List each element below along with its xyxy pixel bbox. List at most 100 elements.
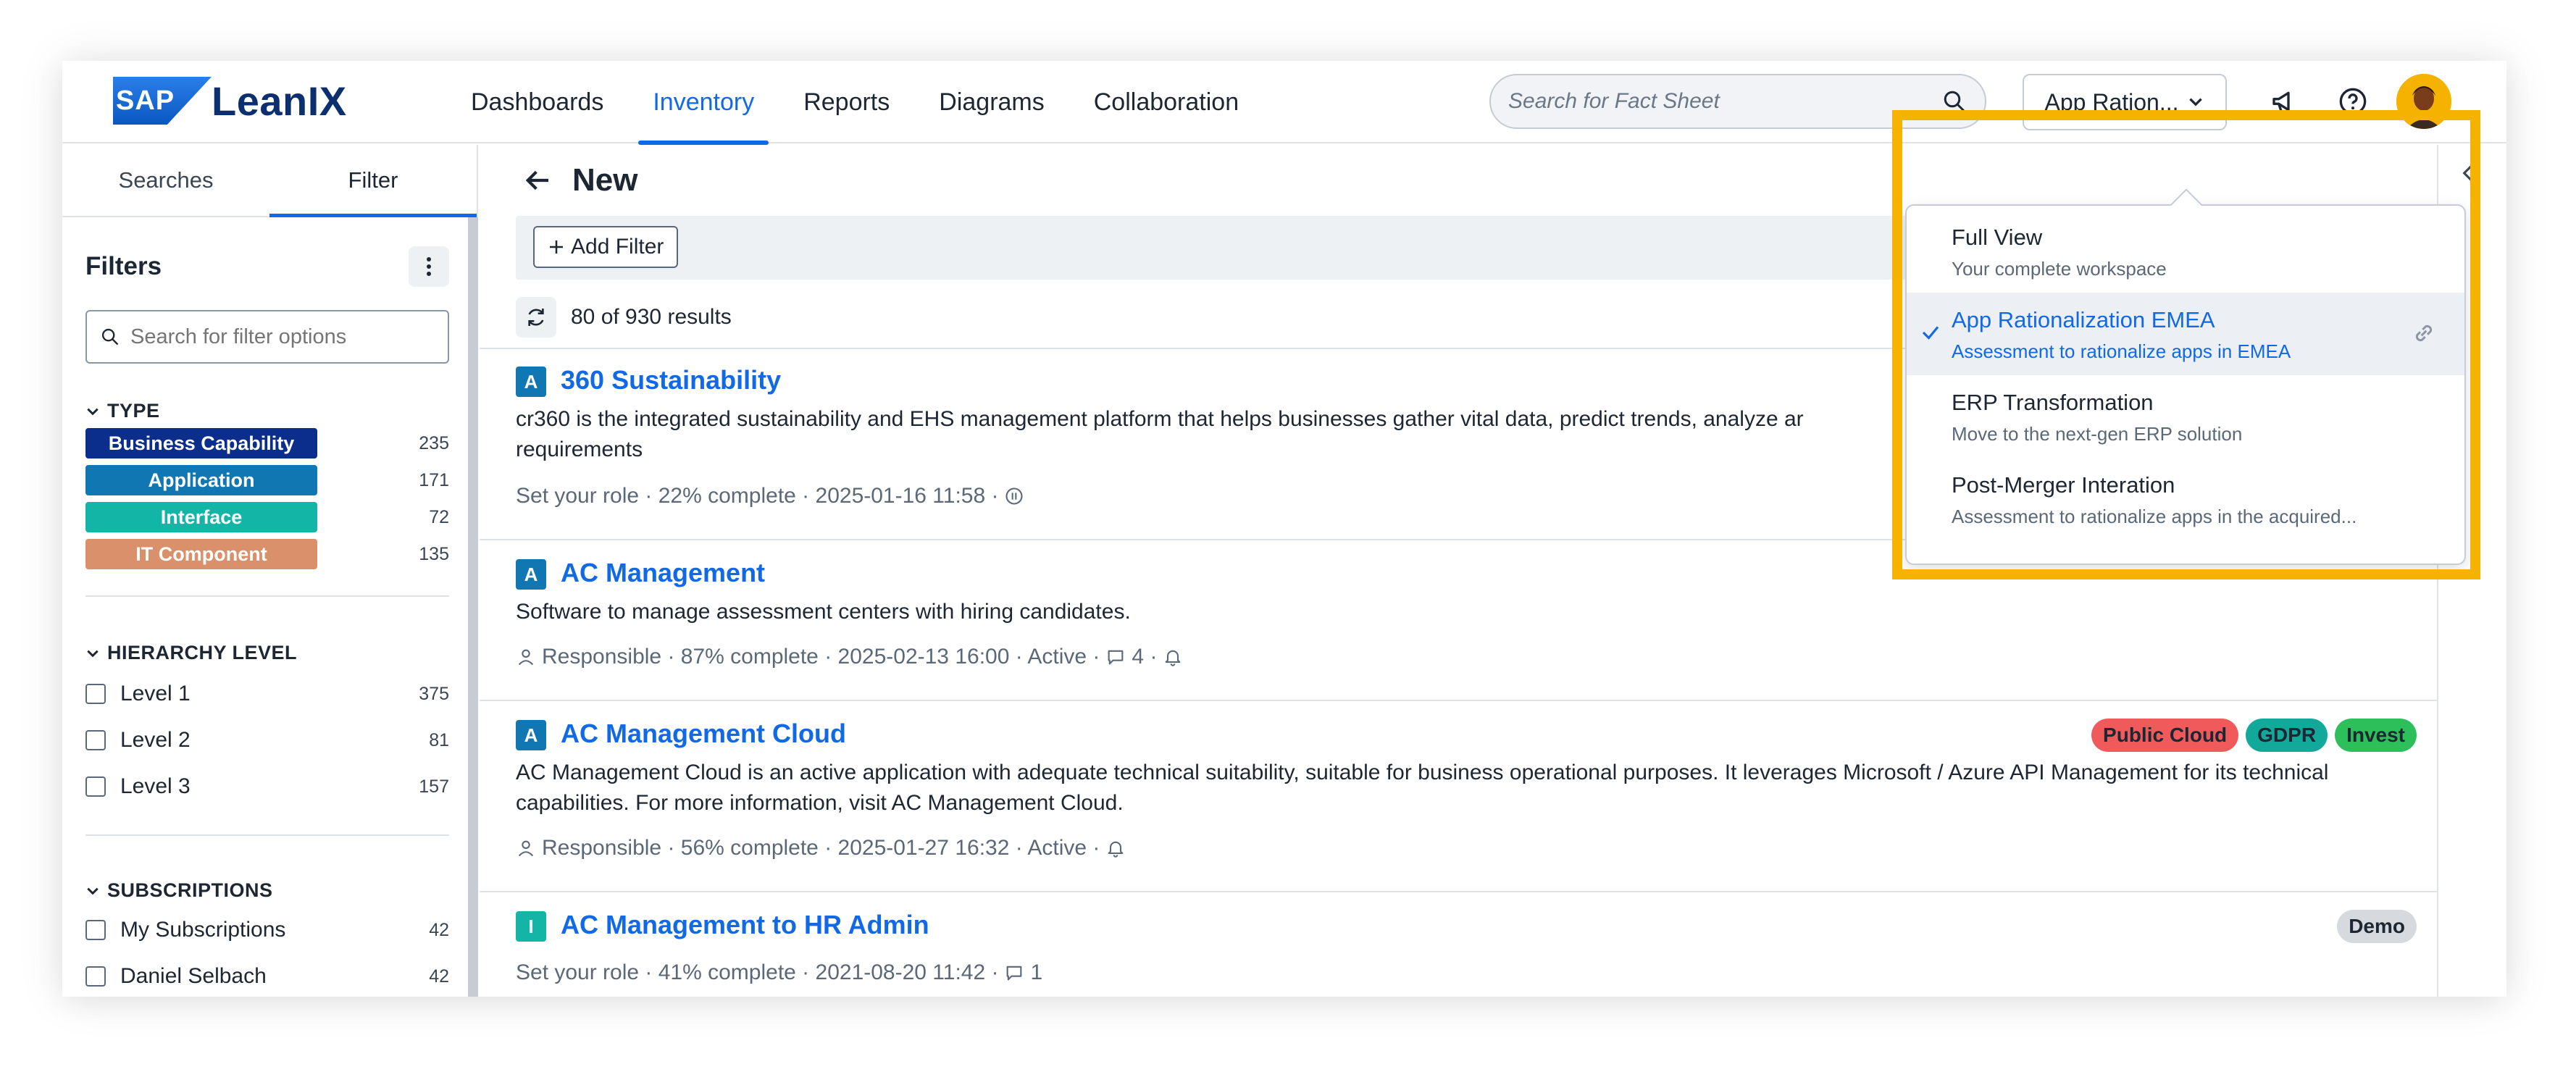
type-pill: Business Capability [85, 428, 317, 458]
search-icon[interactable] [1941, 88, 1967, 114]
fact-sheet-name[interactable]: AC Management to HR Admin [561, 910, 929, 940]
fact-sheet-name[interactable]: AC Management Cloud [561, 719, 846, 749]
title-row: New [523, 162, 637, 198]
type-filter-business-capability[interactable]: Business Capability 235 [85, 427, 449, 459]
refresh-icon [528, 309, 544, 326]
leanix-logo[interactable]: SAP LeanIX [113, 75, 347, 126]
comment-icon [1108, 650, 1124, 665]
tab-searches[interactable]: Searches [62, 145, 269, 216]
type-pill: Interface [85, 502, 317, 532]
view-button-label: App Ration... [2044, 88, 2179, 115]
product-name: LeanIX [212, 78, 347, 124]
add-filter-button[interactable]: Add Filter [533, 226, 679, 268]
checkbox[interactable] [85, 730, 106, 750]
type-count: 235 [419, 432, 449, 453]
subscription-my-subscriptions[interactable]: My Subscriptions 42 [85, 914, 449, 946]
chevron-down-icon [87, 650, 99, 657]
hierarchy-section-header[interactable]: HIERARCHY LEVEL [85, 642, 297, 664]
fact-sheet-name[interactable]: AC Management [561, 558, 765, 588]
user-avatar[interactable] [2396, 74, 2451, 129]
announcement-icon[interactable] [2266, 83, 2304, 120]
help-icon[interactable] [2334, 83, 2372, 120]
section-divider [85, 595, 449, 597]
view-option-full-view[interactable]: Full View Your complete workspace [1907, 210, 2464, 293]
tag-invest[interactable]: Invest [2335, 719, 2417, 752]
filter-search-input[interactable] [130, 324, 435, 349]
person-icon [518, 840, 534, 857]
fact-sheet-description: AC Management Cloud is an active applica… [516, 761, 2329, 815]
fact-sheet-meta: Responsible · 56% complete · 2025-01-27 … [516, 836, 1126, 860]
section-divider [85, 834, 449, 836]
type-count: 171 [419, 469, 449, 490]
fact-sheet-meta: Set your role · 41% complete · 2021-08-2… [516, 960, 1043, 984]
view-option-post-merger[interactable]: Post-Merger Interation Assessment to rat… [1907, 458, 2464, 540]
fact-sheet-description: Software to manage assessment centers wi… [516, 600, 1131, 624]
hierarchy-level-3[interactable]: Level 3 157 [85, 771, 449, 803]
type-filter-application[interactable]: Application 171 [85, 464, 449, 496]
type-pill: IT Component [85, 539, 317, 569]
main-nav: Dashboards Inventory Reports Diagrams Co… [446, 61, 1263, 145]
hierarchy-level-2[interactable]: Level 2 81 [85, 724, 449, 756]
tag-gdpr[interactable]: GDPR [2246, 719, 2328, 752]
type-count: 72 [429, 506, 449, 527]
type-filter-it-component[interactable]: IT Component 135 [85, 538, 449, 570]
chevron-down-icon [2188, 98, 2202, 106]
fact-sheet-search [1489, 74, 1986, 129]
page-title: New [572, 162, 638, 198]
collapse-panel-icon[interactable] [2460, 161, 2485, 185]
fact-sheet-name[interactable]: 360 Sustainability [561, 365, 781, 395]
checkmark-icon [1922, 326, 1939, 340]
filter-options-search [85, 310, 449, 364]
checkbox[interactable] [85, 684, 106, 704]
nav-inventory[interactable]: Inventory [628, 61, 779, 145]
view-option-erp-transformation[interactable]: ERP Transformation Move to the next-gen … [1907, 375, 2464, 458]
status-icon [1005, 487, 1024, 505]
search-icon [101, 328, 119, 346]
sidebar-scrollbar[interactable] [468, 217, 478, 997]
nav-reports[interactable]: Reports [779, 61, 914, 143]
sidebar-tabs: Searches Filter [62, 145, 477, 217]
list-item[interactable]: A AC Management Cloud Public Cloud GDPR … [480, 700, 2437, 891]
app-window: SAP LeanIX Dashboards Inventory Reports … [62, 61, 2506, 997]
view-option-app-rationalization-emea[interactable]: App Rationalization EMEA Assessment to r… [1907, 293, 2464, 375]
chevron-down-icon [87, 887, 99, 895]
sap-logo: SAP [113, 77, 212, 125]
type-count: 135 [419, 543, 449, 564]
nav-dashboards[interactable]: Dashboards [446, 61, 628, 143]
back-arrow-icon[interactable] [523, 166, 552, 195]
checkbox[interactable] [85, 776, 106, 797]
top-header: SAP LeanIX Dashboards Inventory Reports … [62, 61, 2506, 145]
type-pill: Application [85, 465, 317, 495]
fact-sheet-meta: Set your role · 22% complete · 2025-01-1… [516, 484, 1024, 508]
workspace-view-button[interactable]: App Ration... [2023, 74, 2227, 130]
refresh-button[interactable] [516, 297, 556, 338]
chevron-down-icon [87, 408, 99, 415]
filters-menu-button[interactable] [409, 246, 449, 287]
bell-icon [1166, 650, 1181, 666]
tag-group: Demo [2337, 910, 2417, 943]
checkbox[interactable] [85, 966, 106, 987]
filter-sidebar: Searches Filter Filters TYPE Business Ca… [62, 145, 478, 997]
subscription-daniel-selbach[interactable]: Daniel Selbach 42 [85, 960, 449, 992]
type-section-header[interactable]: TYPE [85, 400, 160, 422]
fact-sheet-meta: Responsible · 87% complete · 2025-02-13 … [516, 645, 1183, 669]
tag-demo[interactable]: Demo [2337, 910, 2417, 943]
tag-public-cloud[interactable]: Public Cloud [2091, 719, 2239, 752]
list-item[interactable]: I AC Management to HR Admin Demo Set you… [480, 891, 2437, 997]
type-letter-badge: A [516, 720, 546, 750]
link-icon[interactable] [2409, 319, 2438, 348]
nav-diagrams[interactable]: Diagrams [914, 61, 1069, 143]
nav-collaboration[interactable]: Collaboration [1069, 61, 1263, 143]
workspace-view-dropdown: Full View Your complete workspace App Ra… [1905, 204, 2466, 565]
type-filter-interface[interactable]: Interface 72 [85, 501, 449, 533]
tab-filter[interactable]: Filter [269, 145, 477, 217]
more-vertical-icon [427, 257, 431, 276]
type-letter-badge: A [516, 367, 546, 397]
hierarchy-level-1[interactable]: Level 1 375 [85, 678, 449, 710]
checkbox[interactable] [85, 920, 106, 940]
subscriptions-section-header[interactable]: SUBSCRIPTIONS [85, 879, 273, 902]
search-input[interactable] [1508, 89, 1941, 114]
filters-title: Filters [85, 252, 162, 280]
bell-icon [1108, 841, 1124, 858]
comment-icon [1007, 966, 1022, 981]
